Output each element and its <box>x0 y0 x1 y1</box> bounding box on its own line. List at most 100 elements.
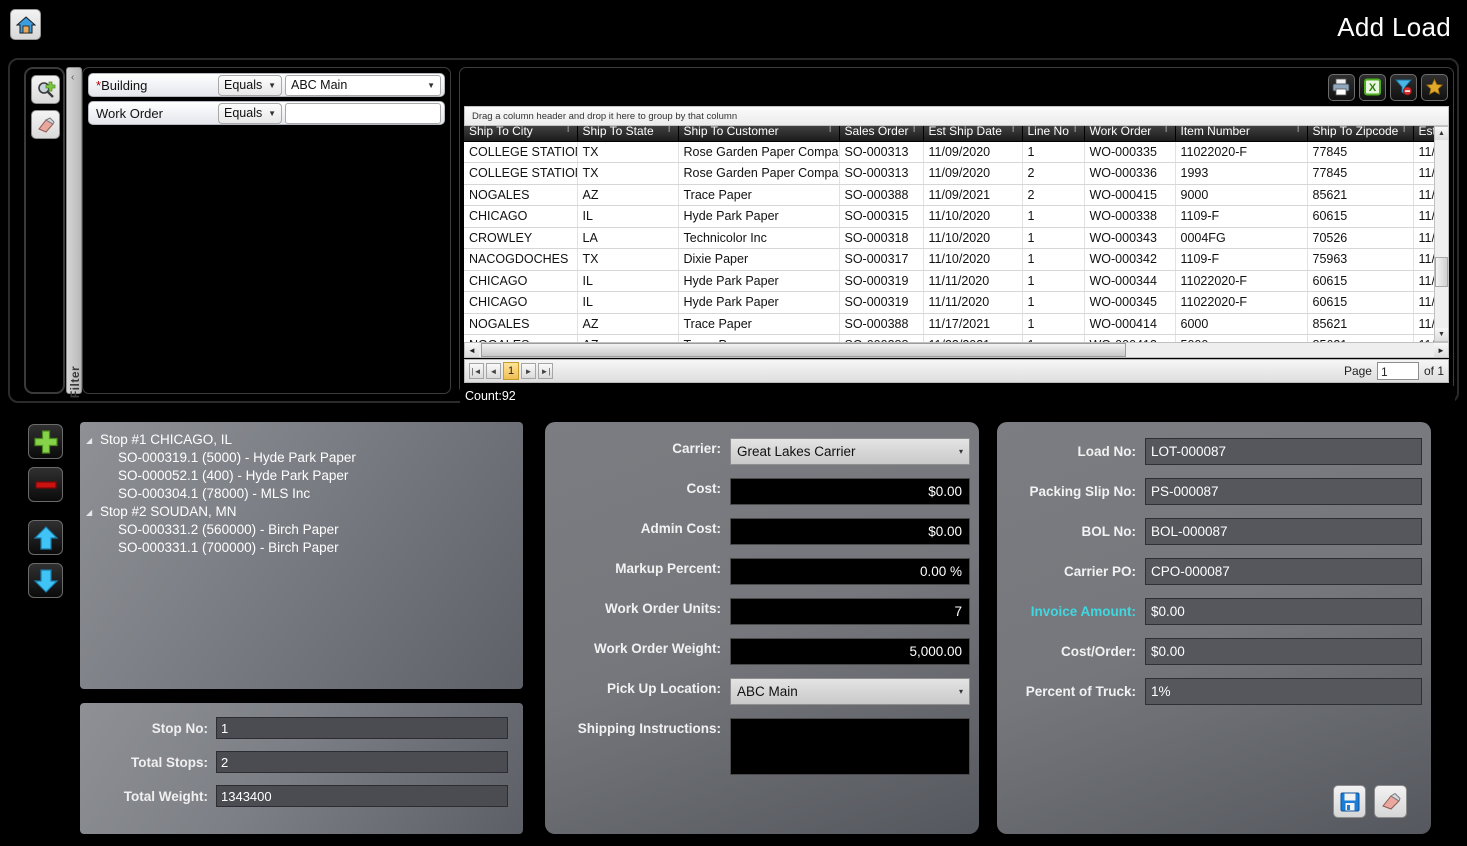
stops-tree-panel[interactable]: ◢ Stop #1 CHICAGO, IL SO-000319.1 (5000)… <box>80 422 523 689</box>
table-row[interactable]: COLLEGE STATION TX Rose Garden Paper Compa… <box>464 141 1449 163</box>
scroll-right-icon[interactable]: ► <box>1434 343 1448 357</box>
column-label: Ship To State <box>582 126 654 139</box>
horizontal-scroll-thumb[interactable] <box>481 343 1126 357</box>
stop-order-item[interactable]: SO-000304.1 (78000) - MLS Inc <box>86 486 523 501</box>
column-header-ship-to-customer[interactable]: Ship To Customer ⊤ <box>678 126 840 142</box>
work-order-units-input[interactable]: 7 <box>730 598 970 625</box>
cell-ship-to-city: CHICAGO <box>464 205 578 228</box>
collapse-triangle-icon[interactable]: ◢ <box>86 432 100 445</box>
markup-percent-input[interactable]: 0.00 % <box>730 558 970 585</box>
chevron-left-icon[interactable]: ‹ <box>71 72 74 83</box>
table-row[interactable]: CHICAGO IL Hyde Park Paper SO-000315 11/10/2… <box>464 205 1449 228</box>
column-header-line-no[interactable]: Line No ⊤ <box>1022 126 1085 142</box>
cell-ship-to-state: IL <box>577 270 679 292</box>
percent-of-truck-input[interactable]: 1% <box>1145 678 1422 705</box>
move-up-button[interactable] <box>28 520 63 555</box>
grid-horizontal-scrollbar[interactable]: ◄ ► <box>464 342 1449 358</box>
home-button[interactable] <box>10 9 41 40</box>
table-row[interactable]: COLLEGE STATION TX Rose Garden Paper Compa… <box>464 162 1449 185</box>
filter-funnel-icon[interactable]: ⊤ <box>910 126 919 135</box>
pager-current-page[interactable]: 1 <box>503 362 519 380</box>
shipping-instructions-textarea[interactable] <box>730 718 970 775</box>
column-header-sales-order[interactable]: Sales Order ⊤ <box>839 126 924 142</box>
pick-up-location-select[interactable]: ABC Main ▾ <box>730 678 970 705</box>
filter-funnel-icon[interactable]: ⊤ <box>1071 126 1080 135</box>
move-down-button[interactable] <box>28 563 63 598</box>
total-stops-input[interactable]: 2 <box>216 751 508 773</box>
grid-scroll-viewport[interactable]: Ship To City ⊤ Ship To State ⊤ Ship To Cus… <box>464 126 1449 342</box>
stop-group-2[interactable]: ◢ Stop #2 SOUDAN, MN <box>86 504 523 519</box>
filter-operator-building[interactable]: Equals ▼ <box>218 74 282 96</box>
filter-value-building[interactable]: ABC Main ▼ <box>285 74 441 96</box>
filter-value-work-order[interactable] <box>285 102 441 124</box>
scroll-left-icon[interactable]: ◄ <box>465 343 479 357</box>
admin-cost-input[interactable]: $0.00 <box>730 518 970 545</box>
cost-order-input[interactable]: $0.00 <box>1145 638 1422 665</box>
filter-collapse-strip[interactable]: ‹ Filter <box>66 67 82 398</box>
excel-export-icon: X <box>1364 78 1381 96</box>
pager-next-button[interactable]: ► <box>521 363 536 379</box>
search-add-button[interactable] <box>31 75 60 104</box>
table-row[interactable]: CHICAGO IL Hyde Park Paper SO-000319 11/11/2… <box>464 291 1449 314</box>
filter-operator-work-order[interactable]: Equals ▼ <box>218 102 282 124</box>
pager-last-button[interactable]: ►| <box>538 363 553 379</box>
carrier-po-input[interactable]: CPO-000087 <box>1145 558 1422 585</box>
filter-funnel-icon[interactable]: ⊤ <box>564 126 573 135</box>
cell-ship-to-city: COLLEGE STATION <box>464 162 578 185</box>
grid-vertical-scrollbar[interactable]: ▲ ▼ <box>1434 126 1449 342</box>
horizontal-scroll-track[interactable] <box>479 343 1434 357</box>
column-header-ship-to-zipcode[interactable]: Ship To Zipcode ⊤ <box>1307 126 1414 142</box>
clear-button[interactable] <box>1374 785 1407 818</box>
stop-order-item[interactable]: SO-000052.1 (400) - Hyde Park Paper <box>86 468 523 483</box>
packing-slip-no-input[interactable]: PS-000087 <box>1145 478 1422 505</box>
filter-funnel-icon[interactable]: ⊤ <box>665 126 674 135</box>
table-row[interactable]: CROWLEY LA Technicolor Inc SO-000318 11/10/2… <box>464 227 1449 249</box>
filter-funnel-icon[interactable]: ⊤ <box>1009 126 1018 135</box>
carrier-select[interactable]: Great Lakes Carrier ▾ <box>730 438 970 465</box>
print-button[interactable] <box>1328 73 1355 101</box>
scroll-up-icon[interactable]: ▲ <box>1435 127 1448 140</box>
filter-funnel-icon[interactable]: ⊤ <box>826 126 835 135</box>
column-header-item-number[interactable]: Item Number ⊤ <box>1175 126 1308 142</box>
column-header-work-order[interactable]: Work Order ⊤ <box>1084 126 1176 142</box>
pager-page-input[interactable]: 1 <box>1376 362 1419 380</box>
bol-no-input[interactable]: BOL-000087 <box>1145 518 1422 545</box>
clear-filter-button[interactable] <box>31 110 60 139</box>
filter-funnel-icon[interactable]: ⊤ <box>1162 126 1171 135</box>
cost-input[interactable]: $0.00 <box>730 478 970 505</box>
pager-first-button[interactable]: |◄ <box>469 363 484 379</box>
column-header-ship-to-city[interactable]: Ship To City ⊤ <box>464 126 578 142</box>
grid-pager: |◄ ◄ 1 ► ►| Page 1 of 1 <box>464 359 1449 383</box>
column-header-ship-to-state[interactable]: Ship To State ⊤ <box>577 126 679 142</box>
add-stop-button[interactable] <box>28 424 63 459</box>
stop-no-input[interactable]: 1 <box>216 717 508 739</box>
excel-export-button[interactable]: X <box>1359 73 1386 101</box>
group-by-drop-area[interactable]: Drag a column header and drop it here to… <box>464 106 1449 126</box>
invoice-amount-input[interactable]: $0.00 <box>1145 598 1422 625</box>
remove-stop-button[interactable] <box>28 467 63 502</box>
scroll-down-icon[interactable]: ▼ <box>1435 328 1448 341</box>
load-no-input[interactable]: LOT-000087 <box>1145 438 1422 465</box>
filter-funnel-icon[interactable]: ⊤ <box>1294 126 1303 135</box>
filter-value-text: ABC Main <box>291 78 348 92</box>
save-button[interactable] <box>1333 785 1366 818</box>
stop-order-item[interactable]: SO-000331.1 (700000) - Birch Paper <box>86 540 523 555</box>
table-row[interactable]: NOGALES AZ Trace Paper SO-000388 11/09/2021 2… <box>464 184 1449 206</box>
table-row[interactable]: NOGALESAZTrace PaperSO-00038811/23/20211… <box>464 334 1449 342</box>
work-order-weight-input[interactable]: 5,000.00 <box>730 638 970 665</box>
stop-order-item[interactable]: SO-000331.2 (560000) - Birch Paper <box>86 522 523 537</box>
column-header-est-ship-date[interactable]: Est Ship Date ⊤ <box>923 126 1023 142</box>
stop-order-item[interactable]: SO-000319.1 (5000) - Hyde Park Paper <box>86 450 523 465</box>
top-bar: Add Load <box>0 0 1467 58</box>
filter-funnel-icon[interactable]: ⊤ <box>1400 126 1409 135</box>
table-row[interactable]: NACOGDOCHES TX Dixie Paper SO-000317 11/10/2… <box>464 248 1449 271</box>
pager-prev-button[interactable]: ◄ <box>486 363 501 379</box>
total-weight-input[interactable]: 1343400 <box>216 785 508 807</box>
favorite-star-button[interactable] <box>1421 73 1448 101</box>
vertical-scroll-thumb[interactable] <box>1435 257 1448 287</box>
collapse-triangle-icon[interactable]: ◢ <box>86 504 100 517</box>
stop-group-1[interactable]: ◢ Stop #1 CHICAGO, IL <box>86 432 523 447</box>
clear-filter-button[interactable] <box>1390 73 1417 101</box>
table-row[interactable]: NOGALES AZ Trace Paper SO-000388 11/17/2021 1… <box>464 313 1449 335</box>
table-row[interactable]: CHICAGO IL Hyde Park Paper SO-000319 11/11/2… <box>464 270 1449 292</box>
